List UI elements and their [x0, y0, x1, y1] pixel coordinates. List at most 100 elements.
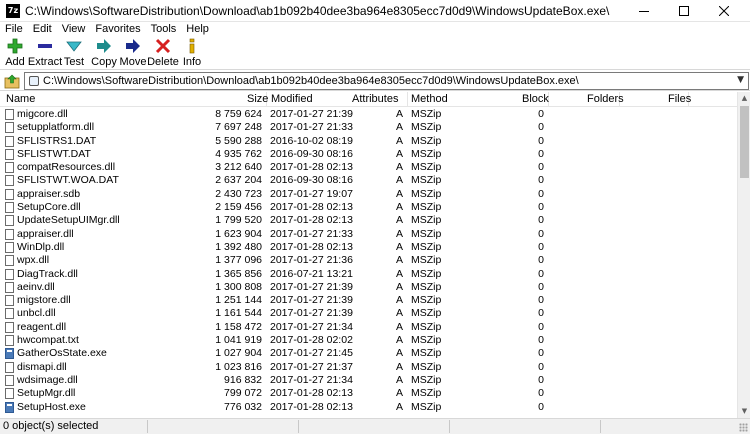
file-attributes: A	[395, 360, 403, 373]
file-method: MSZip	[411, 360, 442, 373]
table-row[interactable]: dismapi.dll 1 023 816 2017-01-27 21:37 A MSZ…	[0, 361, 737, 374]
file-attributes: A	[395, 174, 403, 187]
column-attributes[interactable]: Attributes	[352, 93, 398, 105]
file-attributes: A	[395, 214, 403, 227]
file-method: MSZip	[411, 134, 442, 147]
menu-view[interactable]: View	[57, 22, 91, 37]
file-name: DiagTrack.dll	[17, 267, 78, 280]
table-row[interactable]: compatResources.dll 3 212 640 2017-01-28 0…	[0, 161, 737, 174]
file-attributes: A	[395, 227, 403, 240]
table-row[interactable]: WinDlp.dll 1 392 480 2017-01-28 02:13 A MSZi…	[0, 241, 737, 254]
path-input[interactable]: C:\Windows\SoftwareDistribution\Download…	[24, 72, 749, 90]
file-name: setupplatform.dll	[17, 121, 95, 134]
menu-bar: File Edit View Favorites Tools Help	[0, 22, 750, 37]
test-button[interactable]: Test	[63, 38, 85, 70]
file-name: SFLISTWT.DAT	[17, 147, 91, 160]
delete-button[interactable]: Delete	[147, 38, 179, 70]
column-name[interactable]: Name	[6, 93, 35, 105]
file-modified: 2016-09-30 08:16	[270, 174, 353, 187]
table-row[interactable]: SetupHost.exe 776 032 2017-01-28 02:13 A MSZ…	[0, 401, 737, 414]
file-name: reagent.dll	[17, 320, 67, 333]
table-row[interactable]: SetupMgr.dll 799 072 2017-01-28 02:13 A MSZi…	[0, 387, 737, 400]
move-arrow-icon	[125, 38, 141, 54]
column-size[interactable]: Size	[247, 93, 268, 105]
table-row[interactable]: aeinv.dll 1 300 808 2017-01-27 21:39 A MSZip…	[0, 281, 737, 294]
close-button[interactable]	[704, 0, 744, 22]
file-attributes: A	[395, 373, 403, 386]
table-row[interactable]: UpdateSetupUIMgr.dll 1 799 520 2017-01-28 …	[0, 214, 737, 227]
menu-file[interactable]: File	[0, 22, 28, 37]
chevron-down-icon[interactable]: ▼	[737, 75, 744, 85]
file-method: MSZip	[411, 294, 442, 307]
column-files[interactable]: Files	[668, 93, 691, 105]
maximize-button[interactable]	[664, 0, 704, 22]
exe-file-icon	[5, 348, 14, 360]
file-name: wdsimage.dll	[17, 373, 78, 386]
file-block: 0	[538, 267, 544, 280]
file-method: MSZip	[411, 227, 442, 240]
file-name: UpdateSetupUIMgr.dll	[17, 214, 120, 227]
file-size: 1 623 904	[215, 227, 262, 240]
file-size: 5 590 288	[215, 134, 262, 147]
scroll-up-icon[interactable]: ▲	[738, 92, 750, 105]
menu-help[interactable]: Help	[181, 22, 214, 37]
add-button[interactable]: Add	[4, 38, 26, 70]
file-attributes: A	[395, 280, 403, 293]
file-name: SFLISTWT.WOA.DAT	[17, 174, 119, 187]
status-bar: 0 object(s) selected	[0, 418, 750, 434]
vertical-scrollbar[interactable]: ▲ ▼	[737, 92, 750, 418]
file-method: MSZip	[411, 214, 442, 227]
column-block[interactable]: Block	[522, 93, 549, 105]
file-method: MSZip	[411, 347, 442, 360]
minimize-icon	[639, 11, 649, 12]
file-modified: 2017-01-28 02:13	[270, 161, 353, 174]
column-folders[interactable]: Folders	[587, 93, 624, 105]
column-modified[interactable]: Modified	[271, 93, 313, 105]
table-row[interactable]: GatherOsState.exe 1 027 904 2017-01-27 21:…	[0, 347, 737, 360]
address-bar: C:\Windows\SoftwareDistribution\Download…	[0, 71, 750, 91]
table-row[interactable]: hwcompat.txt 1 041 919 2017-01-28 02:02 A MS…	[0, 334, 737, 347]
info-label: Info	[182, 56, 202, 68]
menu-tools[interactable]: Tools	[146, 22, 182, 37]
menu-favorites[interactable]: Favorites	[90, 22, 145, 37]
file-attributes: A	[395, 294, 403, 307]
file-attributes: A	[395, 387, 403, 400]
table-row[interactable]: unbcl.dll 1 161 544 2017-01-27 21:39 A MSZip…	[0, 307, 737, 320]
file-icon	[5, 162, 14, 174]
table-row[interactable]: appraiser.sdb 2 430 723 2017-01-27 19:07 A M…	[0, 188, 737, 201]
file-modified: 2016-07-21 13:21	[270, 267, 353, 280]
file-name: hwcompat.txt	[17, 334, 79, 347]
folder-up-button[interactable]	[4, 73, 20, 89]
minimize-button[interactable]	[624, 0, 664, 22]
file-method: MSZip	[411, 334, 442, 347]
file-modified: 2017-01-27 21:39	[270, 294, 353, 307]
move-button[interactable]: Move	[120, 38, 146, 70]
table-row[interactable]: reagent.dll 1 158 472 2017-01-27 21:34 A MSZ…	[0, 321, 737, 334]
table-row[interactable]: appraiser.dll 1 623 904 2017-01-27 21:33 A M…	[0, 228, 737, 241]
column-method[interactable]: Method	[411, 93, 448, 105]
table-row[interactable]: DiagTrack.dll 1 365 856 2016-07-21 13:21 A M…	[0, 268, 737, 281]
copy-button[interactable]: Copy	[91, 38, 117, 70]
plus-icon	[7, 38, 23, 54]
file-modified: 2017-01-27 21:39	[270, 307, 353, 320]
file-method: MSZip	[411, 373, 442, 386]
table-row[interactable]: migcore.dll 8 759 624 2017-01-27 21:39 A MSZ…	[0, 108, 737, 121]
file-size: 1 392 480	[215, 240, 262, 253]
table-row[interactable]: SetupCore.dll 2 159 456 2017-01-28 02:13 A M…	[0, 201, 737, 214]
table-row[interactable]: SFLISTWT.DAT 4 935 762 2016-09-30 08:16 A MS…	[0, 148, 737, 161]
info-button[interactable]: Info	[182, 38, 202, 70]
file-size: 1 023 816	[215, 360, 262, 373]
table-row[interactable]: wpx.dll 1 377 096 2017-01-27 21:36 A MSZip 0	[0, 254, 737, 267]
table-row[interactable]: SFLISTRS1.DAT 5 590 288 2016-10-02 08:19 A M…	[0, 135, 737, 148]
resize-grip-icon[interactable]	[739, 423, 748, 432]
table-row[interactable]: SFLISTWT.WOA.DAT 2 637 204 2016-09-30 08:1…	[0, 174, 737, 187]
extract-button[interactable]: Extract	[28, 38, 62, 70]
scrollbar-thumb[interactable]	[740, 106, 749, 178]
menu-edit[interactable]: Edit	[28, 22, 57, 37]
scroll-down-icon[interactable]: ▼	[738, 405, 750, 418]
table-row[interactable]: migstore.dll 1 251 144 2017-01-27 21:39 A MS…	[0, 294, 737, 307]
column-divider[interactable]	[407, 92, 408, 107]
table-row[interactable]: setupplatform.dll 7 697 248 2017-01-27 21:…	[0, 121, 737, 134]
file-method: MSZip	[411, 280, 442, 293]
table-row[interactable]: wdsimage.dll 916 832 2017-01-27 21:34 A MSZi…	[0, 374, 737, 387]
